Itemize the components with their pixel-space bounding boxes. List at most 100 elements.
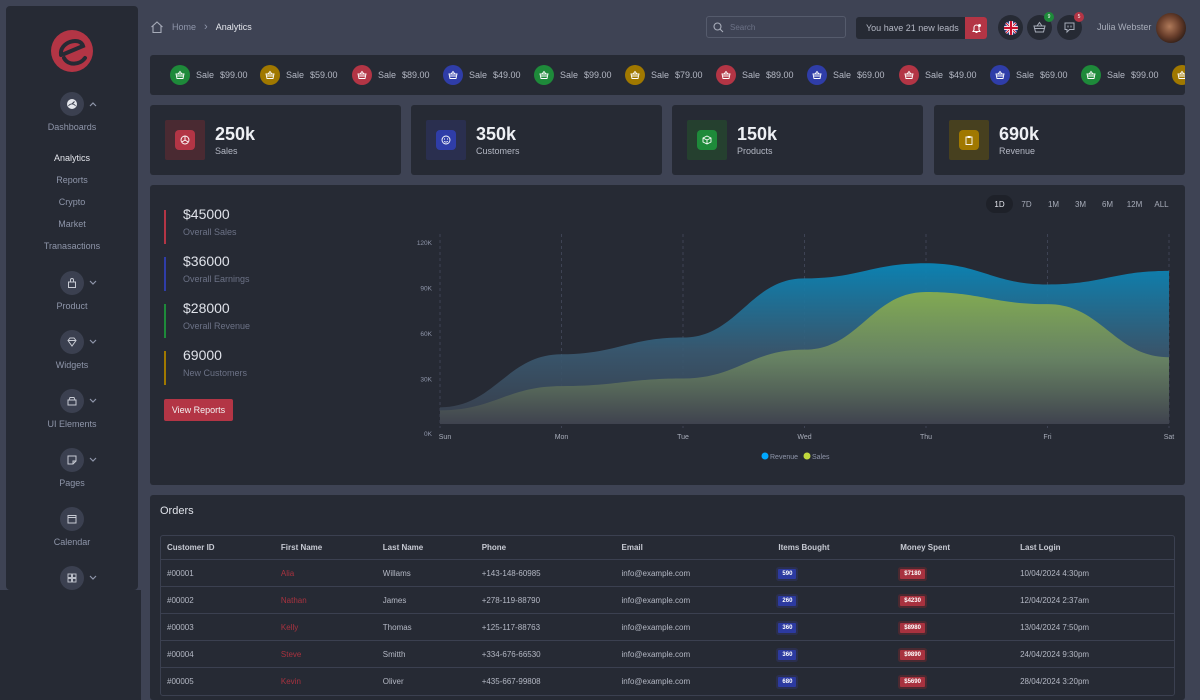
items-bought-cell: 260 xyxy=(772,587,895,614)
kpi-caption: Overall Revenue xyxy=(183,321,251,331)
x-tick-label: Wed xyxy=(797,434,811,441)
range-6m[interactable]: 6M xyxy=(1094,195,1121,213)
legend-label[interactable]: Revenue xyxy=(770,454,798,461)
ticker-label: Sale xyxy=(196,70,215,80)
nav-group-pages[interactable]: Pages xyxy=(6,448,138,488)
ticker-item: Sale $89.00 xyxy=(352,65,430,85)
user-name[interactable]: Julia Webster xyxy=(1097,22,1151,32)
table-row[interactable]: #00005 Kevin Oliver +435-667-99808 info@exam… xyxy=(161,668,1174,695)
range-7d[interactable]: 7D xyxy=(1013,195,1040,213)
sidebar-item-crypto[interactable]: Crypto xyxy=(6,197,138,207)
kpi-value: $45000 xyxy=(183,206,230,222)
column-header[interactable]: Phone xyxy=(475,536,616,560)
bell-icon[interactable] xyxy=(965,17,987,39)
basket-icon xyxy=(807,65,827,85)
column-header[interactable]: Customer ID xyxy=(161,536,275,560)
sidebar-item-transactions[interactable]: Tranasactions xyxy=(6,241,138,251)
column-header[interactable]: Last Name xyxy=(376,536,476,560)
chevron-up-icon xyxy=(89,102,97,107)
stat-card-customers: 350k Customers xyxy=(411,105,662,175)
last-name-cell: Oliver xyxy=(382,677,404,686)
nav-group-ui-elements[interactable]: UI Elements xyxy=(6,389,138,429)
range-all[interactable]: ALL xyxy=(1148,195,1175,213)
ticker-item: Sale $99.00 xyxy=(534,65,612,85)
column-header[interactable]: Email xyxy=(615,536,773,560)
cube-icon xyxy=(697,130,717,150)
customer-id-cell: #00005 xyxy=(167,677,194,686)
phone-cell: +278-119-88790 xyxy=(475,587,616,614)
avatar[interactable] xyxy=(1156,13,1186,43)
kpi-new-customers: 69000 New Customers xyxy=(164,347,247,385)
layout-icon xyxy=(60,566,84,590)
phone-cell: +435-667-99808 xyxy=(481,677,541,686)
last-login-cell: 10/04/2024 4:30pm xyxy=(1014,560,1174,587)
table-row[interactable]: #00003 Kelly Thomas +125-117-88763 info@exam… xyxy=(161,614,1174,641)
range-3m[interactable]: 3M xyxy=(1067,195,1094,213)
uk-flag-icon xyxy=(1003,20,1018,35)
scrollbar-track[interactable] xyxy=(1185,55,1200,700)
basket-icon xyxy=(625,65,645,85)
y-tick-label: 60K xyxy=(420,331,432,338)
view-reports-button[interactable]: View Reports xyxy=(164,399,233,421)
money-badge: $7180 xyxy=(900,568,925,579)
kpi-overall-sales: $45000 Overall Sales xyxy=(164,206,237,244)
basket-icon xyxy=(1172,65,1185,85)
money-spent-cell: $5690 xyxy=(894,668,1014,695)
ticker-item: Sale $79.00 xyxy=(625,65,703,85)
money-badge: $4230 xyxy=(900,595,925,606)
nav-group-product[interactable]: Product xyxy=(6,271,138,311)
stat-icon-box xyxy=(949,120,989,160)
search-icon xyxy=(713,21,724,32)
stat-card-sales: 250k Sales xyxy=(150,105,401,175)
stat-card-revenue: 690k Revenue xyxy=(934,105,1185,175)
kpi-overall-earnings: $36000 Overall Earnings xyxy=(164,253,250,291)
orders-card: Orders Customer ID First Name Last Name Pho… xyxy=(150,495,1185,700)
column-header[interactable]: Items Bought xyxy=(772,536,895,560)
sidebar-item-analytics[interactable]: Analytics xyxy=(6,153,138,163)
ticker-label: Sale xyxy=(1016,70,1035,80)
breadcrumb-current: Analytics xyxy=(215,22,252,32)
kpi-overall-revenue: $28000 Overall Revenue xyxy=(164,300,251,338)
breadcrumb-home[interactable]: Home xyxy=(172,22,196,32)
first-name-cell: Alia xyxy=(274,560,377,587)
search-input[interactable] xyxy=(730,22,830,32)
home-icon[interactable] xyxy=(150,20,164,34)
stat-icon-box xyxy=(165,120,205,160)
cart-button[interactable]: 9 xyxy=(1027,12,1054,40)
ticker-amount: $99.00 xyxy=(1131,70,1159,80)
ticker-item: Sale $69.00 xyxy=(990,65,1068,85)
nav-group-layout[interactable] xyxy=(6,566,138,590)
ticker-label: Sale xyxy=(833,70,852,80)
messages-button[interactable]: 5 xyxy=(1057,12,1084,40)
stat-value: 350k xyxy=(476,124,517,144)
basket-icon xyxy=(1081,65,1101,85)
range-1d[interactable]: 1D xyxy=(986,195,1013,213)
range-12m[interactable]: 12M xyxy=(1121,195,1148,213)
leads-notification[interactable]: You have 21 new leads xyxy=(856,17,987,39)
basket-icon xyxy=(716,65,736,85)
basket-icon xyxy=(899,65,919,85)
nav-group-dashboards[interactable]: Dashboards xyxy=(6,92,138,132)
nav-group-widgets[interactable]: Widgets xyxy=(6,330,138,370)
last-name-cell: James xyxy=(376,587,476,614)
stat-value: 690k xyxy=(999,124,1040,144)
legend-label[interactable]: Sales xyxy=(812,454,830,461)
table-row[interactable]: #00004 Steve Smitth +334-676-66530 info@exam… xyxy=(161,641,1174,668)
range-1m[interactable]: 1M xyxy=(1040,195,1067,213)
table-row[interactable]: #00002 Nathan James +278-119-88790 info@exam… xyxy=(161,587,1174,614)
search-box[interactable] xyxy=(706,16,846,38)
kpi-value: 69000 xyxy=(183,347,222,363)
sidebar-item-reports[interactable]: Reports xyxy=(6,175,138,185)
sidebar-item-market[interactable]: Market xyxy=(6,219,138,229)
ticker-label: Sale xyxy=(742,70,761,80)
language-button[interactable] xyxy=(998,15,1023,40)
table-row[interactable]: #00001 Alia Willams +143-148-60985 info@exam… xyxy=(161,560,1174,587)
items-badge: 590 xyxy=(778,568,797,579)
column-header[interactable]: First Name xyxy=(274,536,377,560)
column-header[interactable]: Money Spent xyxy=(894,536,1015,560)
column-header[interactable]: Last Login xyxy=(1014,536,1174,560)
nav-group-calendar[interactable]: Calendar xyxy=(6,507,138,547)
email-cell: info@example.com xyxy=(615,587,773,614)
x-tick-label: Mon xyxy=(555,434,569,441)
brand-logo[interactable] xyxy=(50,28,94,74)
